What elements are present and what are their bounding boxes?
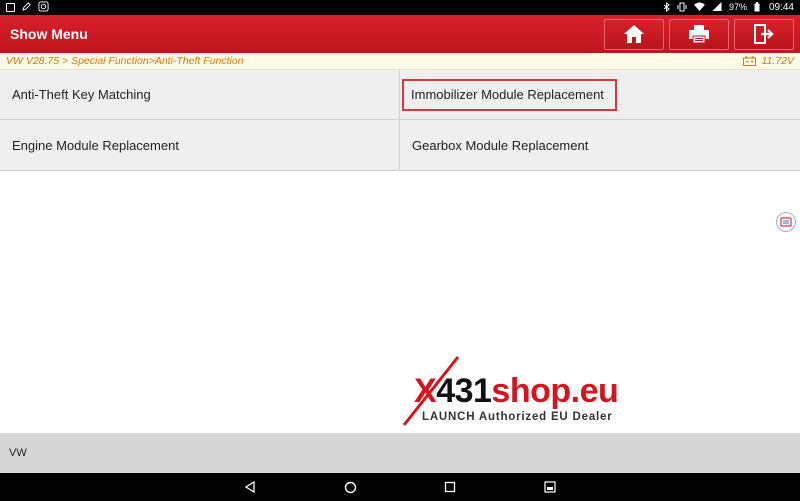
function-menu: Anti-Theft Key Matching Immobilizer Modu… [0, 70, 800, 171]
logo-brand-number: 431 [436, 372, 492, 410]
nav-back-button[interactable] [200, 481, 300, 493]
menu-item-label: Anti-Theft Key Matching [12, 87, 151, 102]
vehicle-footer: VW [0, 433, 800, 473]
app-header: Show Menu [0, 15, 800, 53]
logo-brand: X431shop.eu [414, 372, 619, 411]
status-right-icons: 97% 09:44 [663, 1, 794, 14]
launch-icon [38, 1, 49, 14]
nav-screenshot-button[interactable] [500, 481, 600, 493]
screenshot-icon [544, 481, 556, 493]
battery-voltage-icon [742, 56, 756, 66]
logo-brand-x: X [414, 372, 437, 410]
menu-item-label: Gearbox Module Replacement [412, 137, 589, 153]
breadcrumb: VW V28.75 > Special Function>Anti-Theft … [0, 53, 800, 70]
menu-item-label: Immobilizer Module Replacement [402, 78, 617, 111]
gallery-icon [6, 3, 15, 12]
watermark-logo: X431shop.eu LAUNCH Authorized EU Dealer [396, 355, 619, 430]
print-button[interactable] [669, 18, 729, 50]
signal-icon [712, 2, 722, 13]
clock: 09:44 [768, 2, 794, 13]
menu-item-gearbox-module-replacement[interactable]: Gearbox Module Replacement [400, 120, 800, 171]
menu-item-label: Engine Module Replacement [12, 137, 179, 153]
status-bar: 97% 09:44 [0, 0, 800, 15]
exit-button[interactable] [734, 18, 794, 50]
battery-level: 97% [728, 2, 747, 12]
page-title: Show Menu [10, 26, 88, 42]
logo-brand-domain: shop.eu [491, 372, 619, 410]
bluetooth-icon [663, 1, 670, 14]
home-circle-icon [344, 481, 356, 493]
print-icon [689, 25, 709, 44]
recents-icon [444, 481, 456, 493]
voltage-value: 11.72V [761, 55, 795, 67]
breadcrumb-path: VW V28.75 > Special Function>Anti-Theft … [6, 55, 244, 67]
floating-assist-icon[interactable] [776, 212, 796, 232]
voltage-indicator: 11.72V [742, 55, 795, 67]
android-nav-bar [0, 473, 800, 501]
menu-item-engine-module-replacement[interactable]: Engine Module Replacement [0, 120, 400, 171]
menu-item-anti-theft-key-matching[interactable]: Anti-Theft Key Matching [0, 70, 400, 120]
nav-recents-button[interactable] [400, 481, 500, 493]
vibrate-icon [677, 2, 687, 14]
back-icon [244, 481, 255, 493]
battery-icon [754, 1, 760, 14]
nav-home-button[interactable] [300, 481, 400, 494]
status-left-icons [6, 1, 49, 14]
wifi-icon [694, 2, 705, 13]
logo-tagline: LAUNCH Authorized EU Dealer [422, 411, 613, 423]
edit-icon [22, 2, 31, 13]
exit-icon [754, 24, 774, 44]
home-button[interactable] [604, 18, 664, 50]
vehicle-label: VW [9, 447, 27, 459]
menu-item-immobilizer-module-replacement[interactable]: Immobilizer Module Replacement [400, 70, 800, 120]
home-icon [624, 25, 644, 43]
